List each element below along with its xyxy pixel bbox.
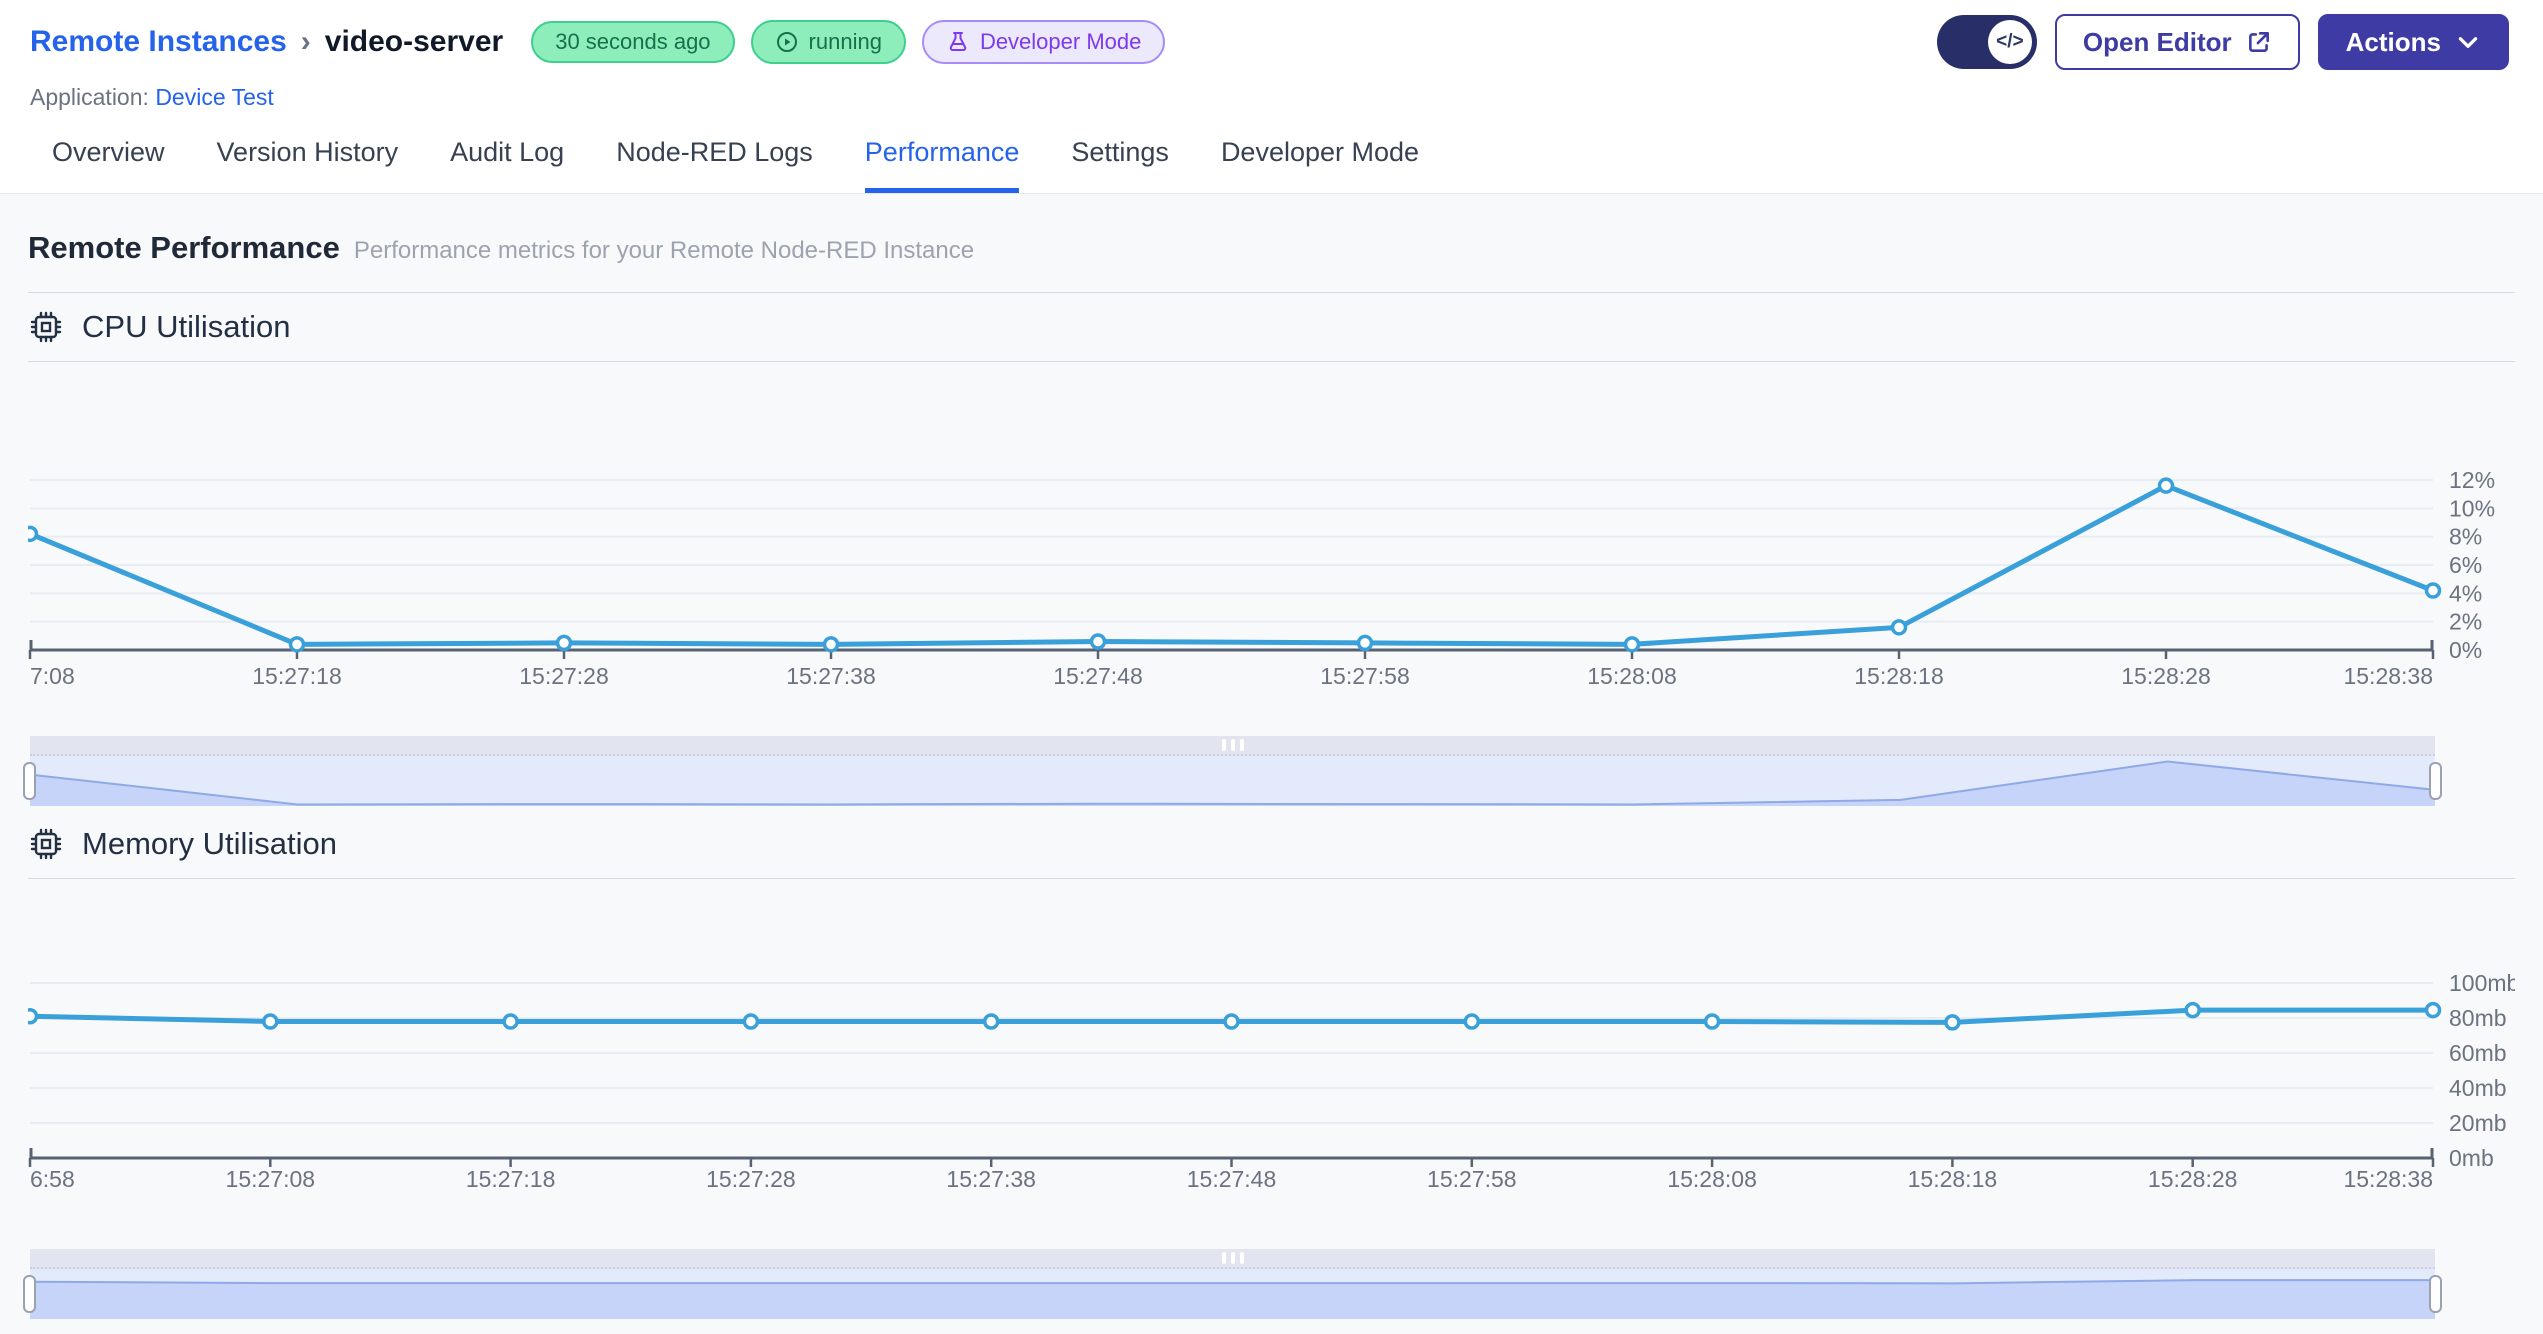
svg-text:15:28:38: 15:28:38 <box>2343 1166 2433 1192</box>
page-heading: Remote Performance Performance metrics f… <box>28 230 2515 293</box>
svg-text:15:27:18: 15:27:18 <box>466 1166 556 1192</box>
beaker-icon <box>949 32 967 51</box>
brush-zone[interactable] <box>30 756 2435 806</box>
svg-text:15:28:08: 15:28:08 <box>1667 1166 1757 1192</box>
code-icon: </> <box>1987 20 2032 64</box>
brush-strip[interactable] <box>30 1249 2435 1269</box>
application-link[interactable]: Device Test <box>155 84 273 110</box>
cpu-chip-icon <box>30 311 62 343</box>
svg-text:15:27:38: 15:27:38 <box>786 663 876 689</box>
chevron-down-icon <box>2458 37 2478 48</box>
svg-text:15:27:08: 15:27:08 <box>226 1166 316 1192</box>
page-title: Remote Performance <box>28 230 340 265</box>
memory-chart[interactable]: 0mb 20mb 40mb 60mb 80mb 100mb 6:58 15:27:08 15:2… <box>28 879 2515 1193</box>
memory-section: Memory Utilisation 0mb 20mb 40mb 60mb 80mb 10… <box>23 826 2515 1319</box>
page-subtitle: Performance metrics for your Remote Node… <box>353 237 975 264</box>
instance-name: video-server <box>324 25 504 58</box>
svg-text:15:27:18: 15:27:18 <box>252 663 342 689</box>
memory-chart-brush[interactable] <box>23 1249 2442 1319</box>
open-editor-label: Open Editor <box>2082 26 2232 57</box>
svg-text:0%: 0% <box>2449 637 2482 663</box>
tab-version-history[interactable]: Version History <box>217 137 399 193</box>
brush-grip-icon[interactable] <box>1221 739 1244 751</box>
svg-text:15:28:08: 15:28:08 <box>1587 663 1677 689</box>
brush-handle-right[interactable] <box>2429 1275 2442 1313</box>
tab-developer-mode[interactable]: Developer Mode <box>1221 137 1419 193</box>
svg-text:6:58: 6:58 <box>30 1166 75 1192</box>
svg-text:7:08: 7:08 <box>30 663 75 689</box>
svg-text:20mb: 20mb <box>2449 1110 2507 1136</box>
open-editor-button[interactable]: Open Editor <box>2054 14 2300 70</box>
brush-handle-left[interactable] <box>23 1275 36 1313</box>
running-badge: running <box>750 20 906 64</box>
cpu-section-title: CPU Utilisation <box>82 309 291 344</box>
tab-overview[interactable]: Overview <box>52 137 165 193</box>
svg-text:2%: 2% <box>2449 609 2482 635</box>
header-controls: </> Open Editor Actions <box>1936 14 2509 70</box>
svg-text:60mb: 60mb <box>2449 1040 2507 1066</box>
svg-text:80mb: 80mb <box>2449 1005 2507 1031</box>
svg-text:4%: 4% <box>2449 580 2482 606</box>
developer-mode-label: Developer Mode <box>979 29 1142 54</box>
svg-text:12%: 12% <box>2449 467 2495 493</box>
svg-text:8%: 8% <box>2449 524 2482 550</box>
cpu-section-heading: CPU Utilisation <box>28 309 2515 345</box>
tab-audit-log[interactable]: Audit Log <box>450 137 564 193</box>
breadcrumb-separator: › <box>300 25 311 58</box>
brush-handle-left[interactable] <box>23 762 36 800</box>
application-label: Application: <box>30 84 149 110</box>
tab-bar: Overview Version History Audit Log Node-… <box>0 111 2543 194</box>
brush-handle-right[interactable] <box>2429 762 2442 800</box>
svg-text:15:27:48: 15:27:48 <box>1187 1166 1277 1192</box>
svg-text:15:28:18: 15:28:18 <box>1908 1166 1998 1192</box>
last-seen-badge: 30 seconds ago <box>531 21 735 63</box>
svg-text:6%: 6% <box>2449 552 2482 578</box>
svg-text:15:28:38: 15:28:38 <box>2343 663 2433 689</box>
editor-availability-toggle[interactable]: </> <box>1936 15 2037 69</box>
svg-text:15:28:28: 15:28:28 <box>2121 663 2211 689</box>
svg-text:100mb: 100mb <box>2449 970 2515 996</box>
memory-section-title: Memory Utilisation <box>82 826 337 861</box>
svg-text:40mb: 40mb <box>2449 1075 2507 1101</box>
cpu-chart-brush[interactable] <box>23 736 2442 806</box>
memory-section-heading: Memory Utilisation <box>28 826 2515 862</box>
breadcrumb: Remote Instances › video-server 30 secon… <box>30 14 2513 70</box>
svg-text:10%: 10% <box>2449 495 2495 521</box>
cpu-chip-icon <box>30 828 62 860</box>
svg-text:15:27:28: 15:27:28 <box>519 663 609 689</box>
page-header: Remote Instances › video-server 30 secon… <box>0 0 2543 111</box>
svg-text:15:27:38: 15:27:38 <box>946 1166 1036 1192</box>
status-badges: 30 seconds ago running Developer Mode <box>531 20 1166 64</box>
svg-text:15:28:28: 15:28:28 <box>2148 1166 2238 1192</box>
svg-text:15:27:28: 15:27:28 <box>706 1166 796 1192</box>
brush-zone[interactable] <box>30 1269 2435 1319</box>
tab-settings[interactable]: Settings <box>1071 137 1169 193</box>
play-circle-icon <box>776 32 797 52</box>
external-link-icon <box>2248 32 2269 52</box>
tab-node-red-logs[interactable]: Node-RED Logs <box>616 137 813 193</box>
breadcrumb-remote-instances[interactable]: Remote Instances <box>30 25 287 59</box>
tab-performance[interactable]: Performance <box>864 137 1020 193</box>
brush-grip-icon[interactable] <box>1221 1252 1244 1264</box>
developer-mode-badge: Developer Mode <box>921 20 1166 64</box>
actions-label: Actions <box>2345 26 2441 57</box>
running-label: running <box>808 29 882 54</box>
cpu-chart[interactable]: 0%2% 4%6%8% 10%12% 7:08 15:27:18 15:27:28 15:2… <box>28 362 2515 694</box>
cpu-section: CPU Utilisation 0% 2% 4% 6% 8% 10% 12% 7:08 15:2… <box>23 309 2515 806</box>
actions-button[interactable]: Actions <box>2317 14 2509 70</box>
application-row: Application: Device Test <box>30 84 2513 111</box>
svg-text:15:28:18: 15:28:18 <box>1854 663 1944 689</box>
svg-text:15:27:48: 15:27:48 <box>1053 663 1143 689</box>
svg-text:15:27:58: 15:27:58 <box>1427 1166 1517 1192</box>
svg-text:15:27:58: 15:27:58 <box>1320 663 1410 689</box>
brush-strip[interactable] <box>30 736 2435 756</box>
svg-text:0mb: 0mb <box>2449 1145 2494 1171</box>
main-content: Remote Performance Performance metrics f… <box>0 194 2543 1334</box>
last-seen-label: 30 seconds ago <box>555 29 711 54</box>
